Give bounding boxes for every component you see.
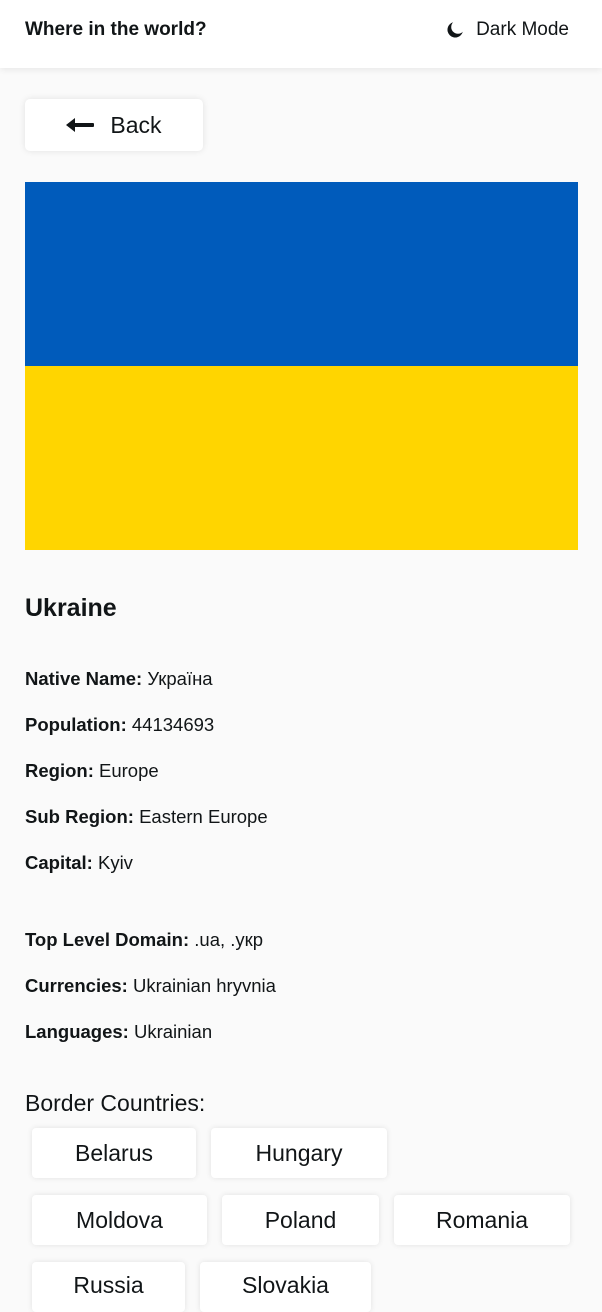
border-country-chip[interactable]: Hungary — [211, 1128, 387, 1178]
top-level-domain-value: .ua, .укр — [194, 929, 264, 950]
app-header: Where in the world? Dark Mode — [0, 0, 602, 68]
dark-mode-label: Dark Mode — [476, 19, 569, 40]
flag-blue-stripe — [25, 182, 578, 366]
border-country-chip[interactable]: Poland — [222, 1195, 379, 1245]
moon-icon — [446, 21, 464, 39]
population-value: 44134693 — [131, 714, 215, 735]
border-country-chip[interactable]: Moldova — [32, 1195, 207, 1245]
currencies-label: Currencies: — [25, 975, 128, 996]
border-country-chip[interactable]: Russia — [32, 1262, 185, 1312]
region-value: Europe — [99, 760, 159, 781]
capital-label: Capital: — [25, 852, 93, 873]
capital-row: Capital: Kyiv — [25, 851, 133, 875]
arrow-left-icon — [66, 117, 95, 133]
native-name-label: Native Name: — [25, 668, 143, 689]
border-country-chip[interactable]: Romania — [394, 1195, 570, 1245]
native-name-row: Native Name: Україна — [25, 667, 213, 691]
top-level-domain-label: Top Level Domain: — [25, 929, 190, 950]
country-name: Ukraine — [25, 594, 117, 622]
back-button-label: Back — [110, 112, 162, 138]
dark-mode-toggle[interactable]: Dark Mode — [446, 18, 569, 42]
currencies-row: Currencies: Ukrainian hryvnia — [25, 974, 276, 998]
region-label: Region: — [25, 760, 94, 781]
languages-label: Languages: — [25, 1021, 129, 1042]
app-title: Where in the world? — [25, 19, 207, 40]
languages-row: Languages: Ukrainian — [25, 1020, 212, 1044]
sub-region-value: Eastern Europe — [139, 806, 268, 827]
back-button[interactable]: Back — [25, 99, 203, 151]
border-countries-title: Border Countries: — [25, 1090, 206, 1116]
border-country-chip[interactable]: Belarus — [32, 1128, 196, 1178]
native-name-value: Україна — [147, 668, 213, 689]
region-row: Region: Europe — [25, 759, 159, 783]
country-flag — [25, 182, 578, 550]
languages-value: Ukrainian — [133, 1021, 213, 1042]
capital-value: Kyiv — [97, 852, 133, 873]
sub-region-row: Sub Region: Eastern Europe — [25, 805, 268, 829]
top-level-domain-row: Top Level Domain: .ua, .укр — [25, 928, 263, 952]
sub-region-label: Sub Region: — [25, 806, 134, 827]
border-country-chip[interactable]: Slovakia — [200, 1262, 371, 1312]
population-row: Population: 44134693 — [25, 713, 214, 737]
currencies-value: Ukrainian hryvnia — [132, 975, 276, 996]
population-label: Population: — [25, 714, 127, 735]
flag-yellow-stripe — [25, 366, 578, 550]
